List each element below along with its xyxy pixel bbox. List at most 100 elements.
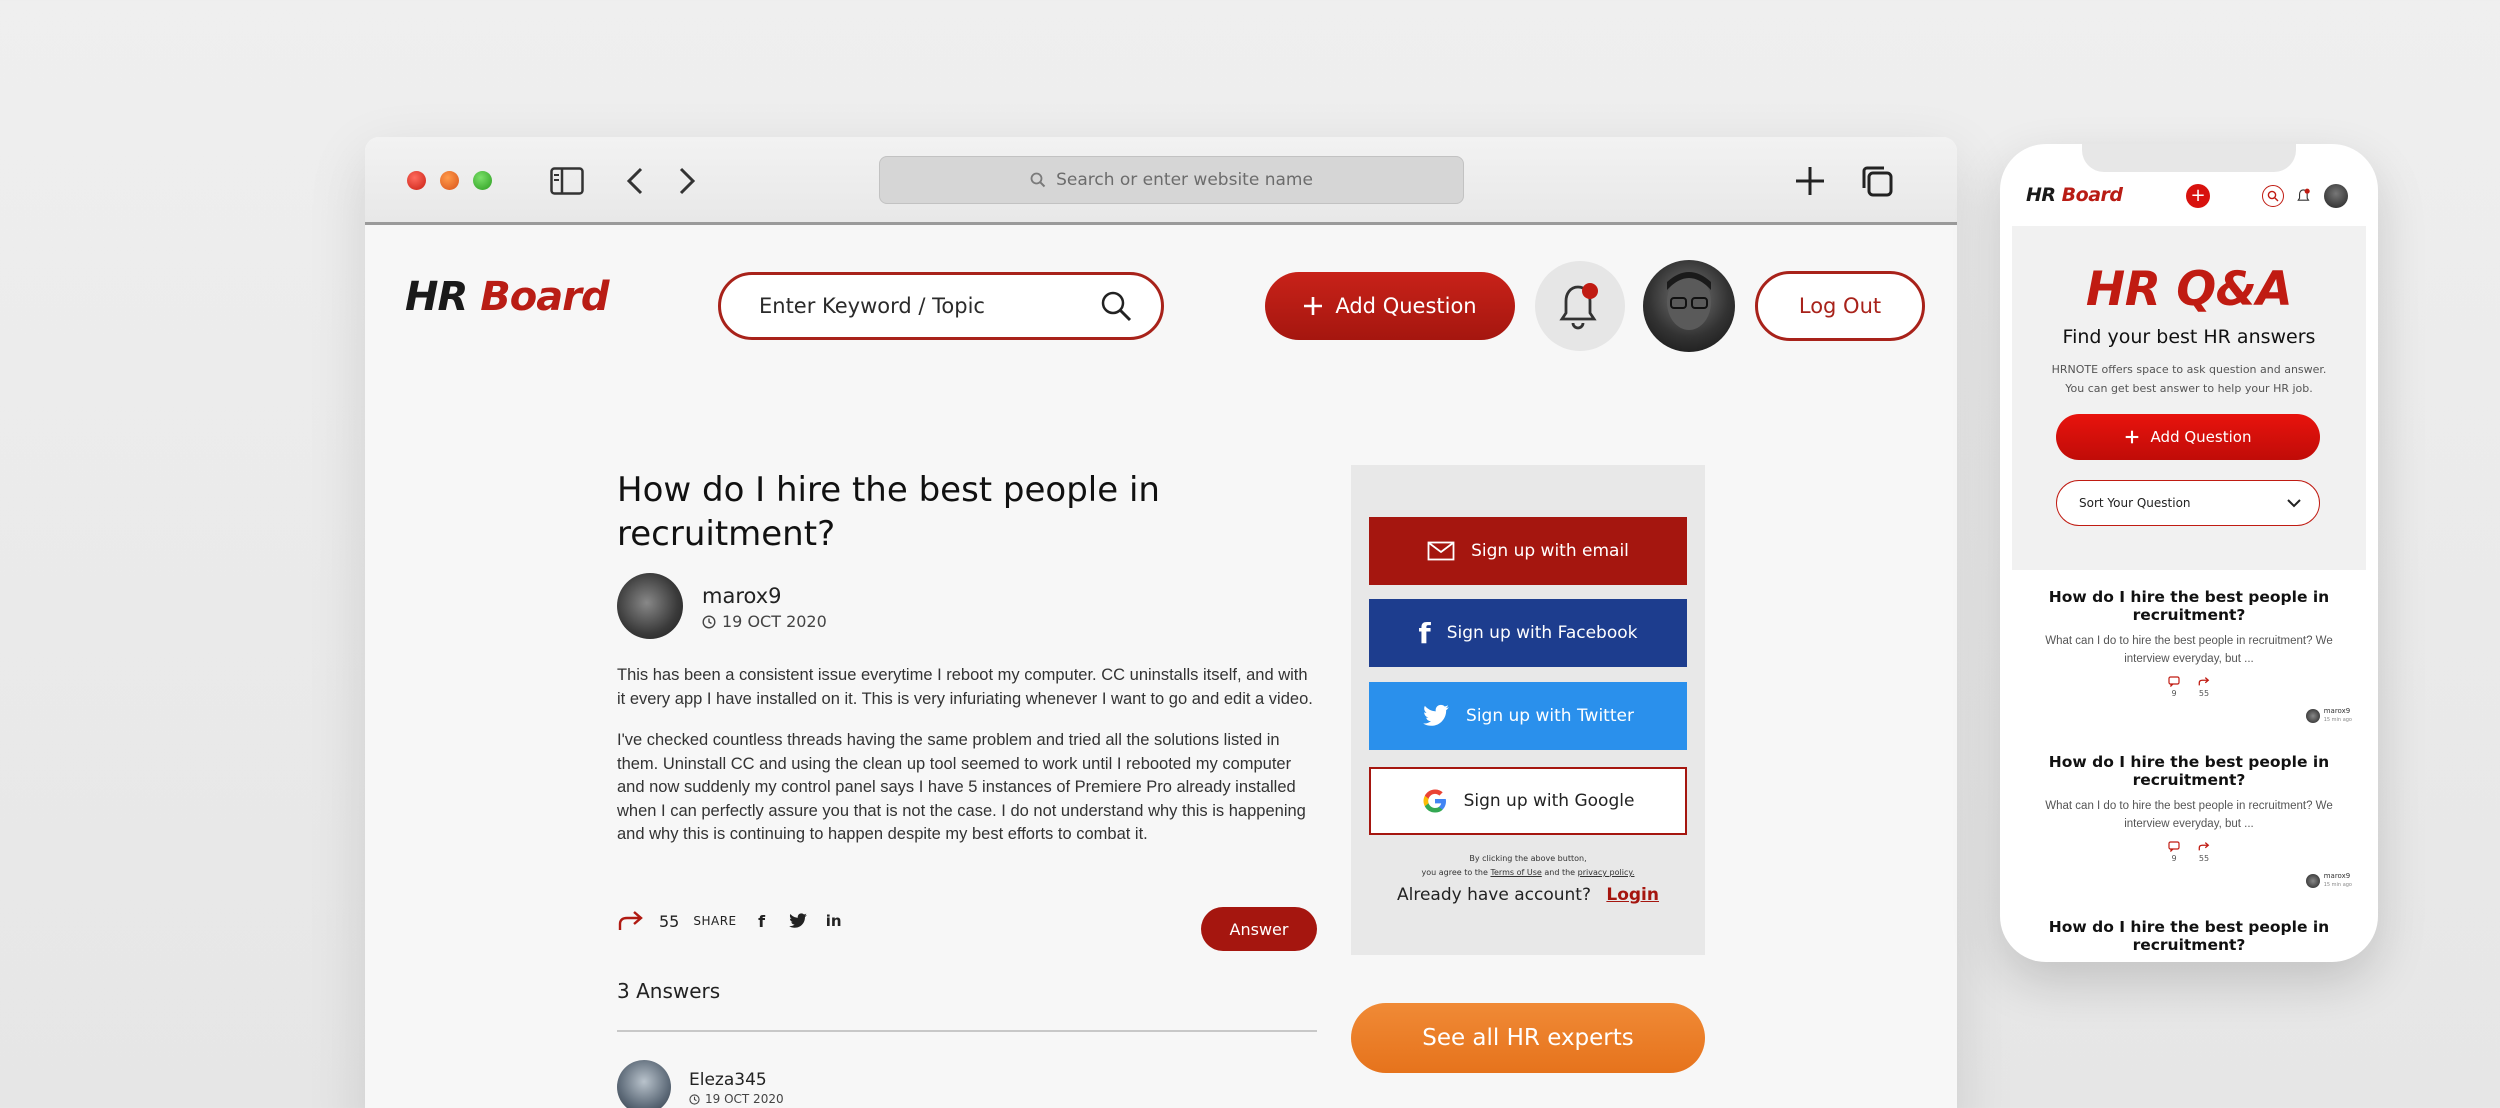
answer-button[interactable]: Answer bbox=[1201, 907, 1317, 951]
terms-prefix: you agree to the bbox=[1421, 868, 1488, 877]
mobile-card-comment-count: 9 bbox=[2171, 854, 2177, 863]
mobile-card-time: 15 min ago bbox=[2323, 717, 2352, 723]
mobile-card-time: 15 min ago bbox=[2323, 882, 2352, 888]
mobile-question-card[interactable]: How do I hire the best people in recruit… bbox=[2012, 918, 2366, 954]
facebook-icon: f bbox=[1418, 616, 1431, 650]
facebook-icon[interactable]: f bbox=[751, 912, 773, 931]
mobile-card-author: marox9 15 min ago bbox=[2305, 872, 2352, 890]
site-logo[interactable]: HR Board bbox=[405, 274, 610, 320]
tabs-overview-icon[interactable] bbox=[1857, 163, 1897, 199]
mobile-add-question-label: Add Question bbox=[2150, 428, 2252, 446]
terms-notice: By clicking the above button, you agree … bbox=[1369, 852, 1687, 880]
share-arrow-icon bbox=[2198, 677, 2210, 686]
answer-author-name[interactable]: Eleza345 bbox=[689, 1070, 767, 1090]
mobile-card-share-count: 55 bbox=[2198, 689, 2210, 698]
url-bar[interactable]: Search or enter website name bbox=[879, 156, 1464, 204]
plus-icon bbox=[1304, 297, 1323, 315]
linkedin-icon[interactable]: in bbox=[823, 912, 845, 930]
add-question-button[interactable]: Add Question bbox=[1265, 272, 1515, 340]
share-arrow-icon[interactable] bbox=[617, 910, 645, 932]
back-arrow-icon[interactable] bbox=[615, 163, 655, 199]
question-paragraph-2: I've checked countless threads having th… bbox=[617, 731, 1306, 843]
user-avatar[interactable] bbox=[1643, 260, 1735, 352]
mobile-card-author: marox9 15 min ago bbox=[2305, 707, 2352, 725]
mobile-card-description: What can I do to hire the best people in… bbox=[2045, 800, 2333, 830]
mobile-card-author-avatar bbox=[2305, 874, 2320, 888]
browser-window: Search or enter website name HR Board Ad… bbox=[365, 137, 1957, 1108]
forward-arrow-icon[interactable] bbox=[667, 163, 707, 199]
close-window-button[interactable] bbox=[407, 171, 426, 190]
mobile-logo-board: Board bbox=[2061, 184, 2123, 206]
mobile-plus-icon[interactable]: + bbox=[2186, 184, 2210, 208]
twitter-icon[interactable] bbox=[787, 913, 809, 929]
logout-button[interactable]: Log Out bbox=[1755, 271, 1925, 341]
author-avatar[interactable] bbox=[617, 573, 683, 639]
mobile-site-logo[interactable]: HR Board bbox=[2026, 184, 2123, 206]
post-date: 19 OCT 2020 bbox=[702, 612, 827, 631]
mobile-card-description: What can I do to hire the best people in… bbox=[2045, 635, 2333, 665]
answer-button-label: Answer bbox=[1229, 919, 1289, 939]
author-name[interactable]: marox9 bbox=[702, 584, 782, 608]
sort-question-label: Sort Your Question bbox=[2079, 496, 2191, 510]
login-row: Already have account? Login bbox=[1369, 885, 1687, 905]
signup-google-label: Sign up with Google bbox=[1463, 791, 1635, 811]
mobile-device: HR Board + HR Q&A Find your best HR answ… bbox=[2000, 144, 2378, 962]
see-all-experts-label: See all HR experts bbox=[1422, 1025, 1634, 1051]
search-icon bbox=[1030, 172, 1046, 188]
signup-facebook-label: Sign up with Facebook bbox=[1446, 623, 1638, 643]
share-row: 55 SHARE f in bbox=[617, 910, 845, 932]
signup-email-button[interactable]: Sign up with email bbox=[1369, 517, 1687, 585]
mobile-card-stats: 9 55 bbox=[2012, 841, 2366, 863]
signup-google-button[interactable]: Sign up with Google bbox=[1369, 767, 1687, 835]
share-count: 55 bbox=[659, 911, 680, 931]
maximize-window-button[interactable] bbox=[473, 171, 492, 190]
mobile-card-question: How do I hire the best people in recruit… bbox=[2048, 918, 2330, 954]
mobile-card-question: How do I hire the best people in recruit… bbox=[2048, 588, 2330, 624]
add-question-label: Add Question bbox=[1335, 294, 1477, 318]
signup-twitter-button[interactable]: Sign up with Twitter bbox=[1369, 682, 1687, 750]
mobile-card-share-count: 55 bbox=[2198, 854, 2210, 863]
share-label: SHARE bbox=[693, 914, 737, 928]
mobile-hero-subtitle: Find your best HR answers bbox=[2062, 326, 2316, 348]
keyword-search-input[interactable] bbox=[759, 294, 1089, 318]
sidebar-toggle-icon[interactable] bbox=[547, 163, 587, 199]
answer-author-avatar[interactable] bbox=[617, 1060, 671, 1108]
login-link[interactable]: Login bbox=[1606, 885, 1659, 905]
google-icon bbox=[1423, 789, 1446, 813]
minimize-window-button[interactable] bbox=[440, 171, 459, 190]
plus-icon bbox=[2125, 430, 2138, 444]
notifications-button[interactable] bbox=[1535, 261, 1625, 351]
logo-text-hr: HR bbox=[405, 274, 468, 320]
mobile-search-icon[interactable] bbox=[2262, 185, 2284, 207]
clock-icon bbox=[689, 1093, 700, 1105]
answer-date-text: 19 OCT 2020 bbox=[705, 1092, 784, 1106]
new-tab-icon[interactable] bbox=[1790, 163, 1830, 199]
post-date-text: 19 OCT 2020 bbox=[722, 612, 827, 631]
mobile-user-avatar[interactable] bbox=[2324, 184, 2348, 208]
clock-icon bbox=[702, 614, 716, 629]
mobile-card-question: How do I hire the best people in recruit… bbox=[2048, 753, 2330, 789]
share-arrow-icon bbox=[2198, 842, 2210, 851]
question-paragraph-1: This has been a consistent issue everyti… bbox=[617, 666, 1313, 708]
signup-twitter-label: Sign up with Twitter bbox=[1466, 706, 1634, 726]
signup-facebook-button[interactable]: f Sign up with Facebook bbox=[1369, 599, 1687, 667]
privacy-policy-link[interactable]: privacy policy. bbox=[1578, 868, 1635, 877]
see-all-experts-button[interactable]: See all HR experts bbox=[1351, 1003, 1705, 1073]
mobile-add-question-button[interactable]: Add Question bbox=[2056, 414, 2320, 460]
comment-icon bbox=[2168, 676, 2180, 687]
mobile-bell-icon[interactable] bbox=[2293, 185, 2315, 207]
terms-of-use-link[interactable]: Terms of Use bbox=[1490, 868, 1541, 877]
phone-notch bbox=[2082, 144, 2296, 172]
signup-email-label: Sign up with email bbox=[1471, 541, 1629, 561]
mobile-question-card[interactable]: How do I hire the best people in recruit… bbox=[2012, 588, 2366, 698]
mobile-hero: HR Q&A Find your best HR answers HRNOTE … bbox=[2012, 226, 2366, 570]
terms-and: and the bbox=[1544, 868, 1576, 877]
mobile-question-card[interactable]: How do I hire the best people in recruit… bbox=[2012, 753, 2366, 863]
sort-question-dropdown[interactable]: Sort Your Question bbox=[2056, 480, 2320, 526]
search-icon[interactable] bbox=[1099, 289, 1133, 323]
question-body: This has been a consistent issue everyti… bbox=[617, 664, 1317, 865]
terms-line-1: By clicking the above button, bbox=[1469, 854, 1587, 863]
have-account-text: Already have account? bbox=[1397, 885, 1591, 905]
mobile-logo-hr: HR bbox=[2026, 184, 2056, 206]
twitter-icon bbox=[1423, 704, 1449, 726]
